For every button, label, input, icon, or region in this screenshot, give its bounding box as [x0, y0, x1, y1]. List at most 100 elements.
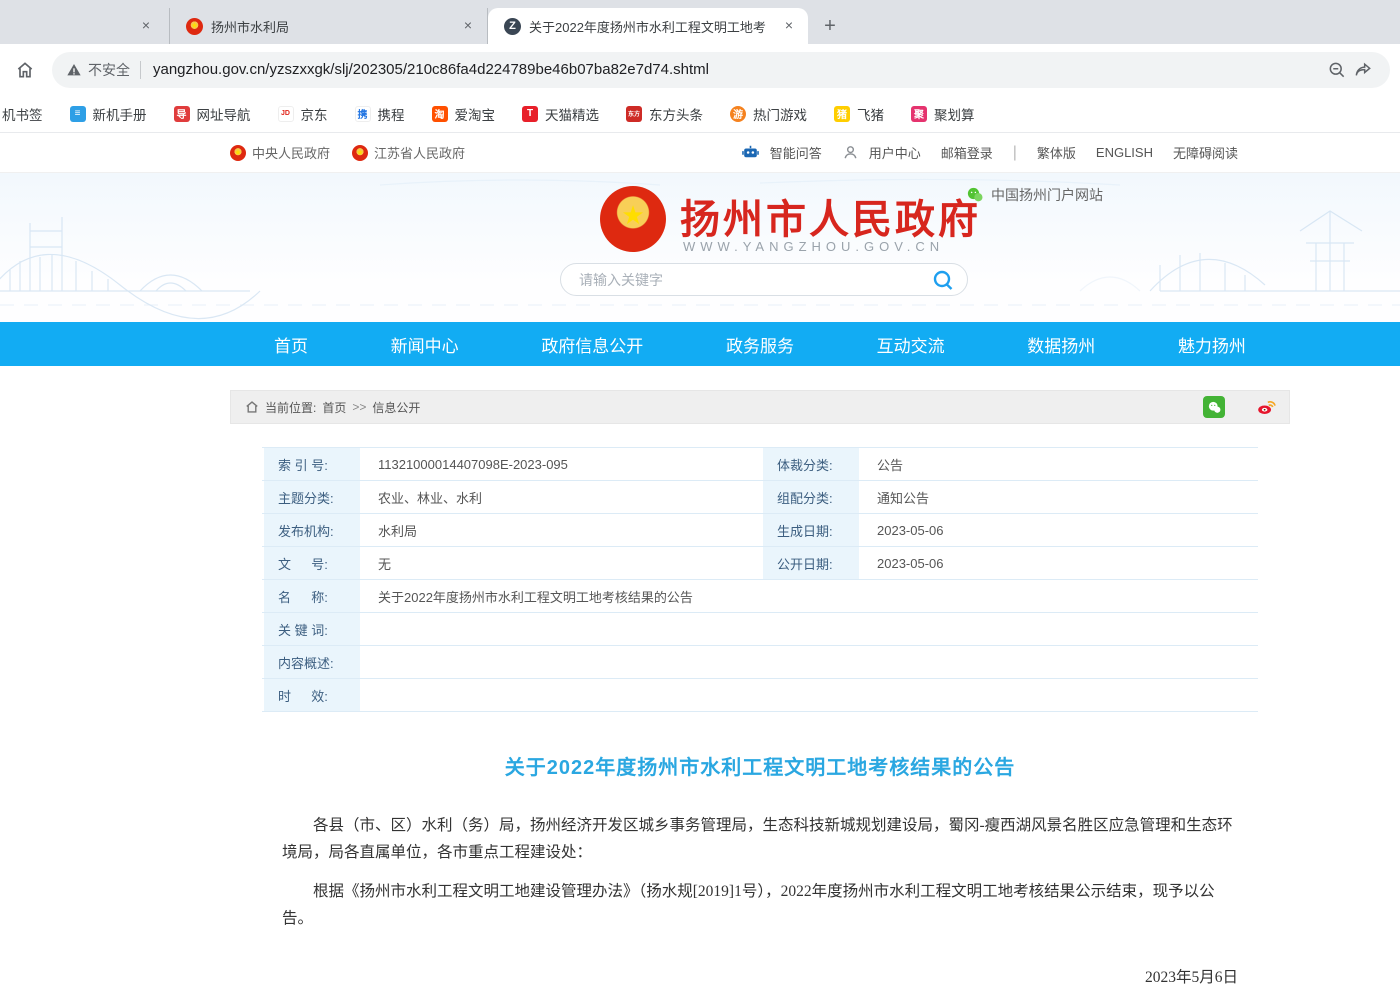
nav-item[interactable]: 互动交流	[877, 332, 945, 357]
topbar-link-label: ENGLISH	[1096, 145, 1153, 160]
bookmark-item[interactable]: 机书签	[2, 104, 43, 124]
tab-close-icon[interactable]: ×	[780, 17, 798, 35]
meta-row: 内容概述:	[262, 646, 1258, 679]
meta-label: 名 称:	[262, 580, 362, 612]
topbar-link-label: 繁体版	[1037, 143, 1076, 162]
topbar-link-ENGLISH[interactable]: ENGLISH	[1096, 145, 1153, 160]
article-body: 各县（市、区）水利（务）局，扬州经济开发区城乡事务管理局，生态科技新城规划建设局…	[282, 812, 1238, 933]
tab-close-icon[interactable]: ×	[459, 17, 477, 35]
share-weibo-icon[interactable]	[1255, 396, 1277, 418]
bookmark-item[interactable]: T天猫精选	[522, 104, 599, 124]
bookmark-item[interactable]: 东方东方头条	[626, 104, 703, 124]
dongfang-icon: 东方	[626, 106, 642, 122]
bookmark-item[interactable]: 聚聚划算	[911, 104, 975, 124]
topbar-link-label: 智能问答	[770, 143, 822, 162]
bookmark-item[interactable]: 游热门游戏	[730, 104, 807, 124]
site-search-box[interactable]	[560, 263, 968, 296]
share-wechat-icon[interactable]	[1203, 396, 1225, 418]
meta-label: 生成日期:	[761, 514, 861, 546]
meta-value: 2023-05-06	[861, 547, 1258, 579]
browser-tab-shuiliju[interactable]: ★ 扬州市水利局 ×	[170, 8, 488, 44]
divider	[140, 61, 141, 79]
government-emblem-logo: ★	[600, 186, 666, 252]
user-icon	[842, 144, 864, 161]
search-icon[interactable]	[931, 268, 955, 292]
bookmark-item[interactable]: ≡新机手册	[70, 104, 147, 124]
nav-item[interactable]: 新闻中心	[391, 332, 459, 357]
robot-icon	[741, 143, 765, 162]
bookmark-item[interactable]: JD京东	[278, 104, 328, 124]
browser-tab-strip: × ★ 扬州市水利局 × Z 关于2022年度扬州市水利工程文明工地考 × +	[0, 0, 1400, 44]
meta-label: 体裁分类:	[761, 448, 861, 480]
meta-value	[362, 679, 1258, 711]
star-glyph: ★	[356, 149, 363, 157]
meta-label: 文 号:	[262, 547, 362, 579]
breadcrumb: 当前位置: 首页 >> 信息公开	[230, 390, 1290, 424]
breadcrumb-label: 当前位置:	[265, 399, 316, 416]
meta-value	[362, 613, 1258, 645]
bookmark-item[interactable]: 携携程	[355, 104, 405, 124]
share-icon[interactable]	[1350, 57, 1376, 83]
topbar-divider: |	[1013, 144, 1017, 162]
topbar-link-无障碍阅读[interactable]: 无障碍阅读	[1173, 143, 1238, 162]
gov-site-label: 江苏省人民政府	[374, 143, 465, 162]
nav-item[interactable]: 政府信息公开	[541, 332, 643, 357]
topbar-link-邮箱登录[interactable]: 邮箱登录	[941, 143, 993, 162]
ctrip-icon: 携	[355, 106, 371, 122]
meta-value: 2023-05-06	[861, 514, 1258, 546]
meta-label: 发布机构:	[262, 514, 362, 546]
browser-tab-cutoff[interactable]: ×	[0, 8, 170, 44]
home-icon[interactable]	[12, 57, 38, 83]
site-url: WWW.YANGZHOU.GOV.CN	[683, 239, 944, 254]
nav-item[interactable]: 首页	[274, 332, 308, 357]
bookmark-label: 飞猪	[857, 104, 884, 124]
url-text[interactable]: yangzhou.gov.cn/yzszxxgk/slj/202305/210c…	[153, 61, 1324, 78]
gov-site-link[interactable]: ★ 江苏省人民政府	[352, 143, 465, 162]
meta-row: 索 引 号:11321000014407098E-2023-095体裁分类:公告	[262, 448, 1258, 481]
site-name: 扬州市人民政府	[680, 187, 981, 245]
meta-label: 公开日期:	[761, 547, 861, 579]
topbar-link-用户中心[interactable]: 用户中心	[842, 143, 921, 162]
portal-link[interactable]: 中国扬州门户网站	[966, 185, 1103, 205]
zoom-out-icon[interactable]	[1324, 57, 1350, 83]
meta-value: 公告	[861, 448, 1258, 480]
meta-row: 主题分类:农业、林业、水利组配分类:通知公告	[262, 481, 1258, 514]
bookmark-label: 机书签	[2, 104, 43, 124]
search-input[interactable]	[579, 272, 931, 288]
nav-item[interactable]: 政务服务	[726, 332, 794, 357]
bookmarks-bar: 机书签 ≡新机手册 导网址导航 JD京东 携携程 淘爱淘宝 T天猫精选 东方东方头条 游热门游戏…	[0, 95, 1400, 133]
manual-icon: ≡	[70, 106, 86, 122]
nav-item[interactable]: 魅力扬州	[1178, 332, 1246, 357]
meta-value	[362, 646, 1258, 678]
meta-row: 名 称:关于2022年度扬州市水利工程文明工地考核结果的公告	[262, 580, 1258, 613]
tab-title: 关于2022年度扬州市水利工程文明工地考	[529, 17, 772, 36]
national-emblem-icon: ★	[230, 145, 246, 161]
jd-icon: JD	[278, 106, 294, 122]
browser-tab-active[interactable]: Z 关于2022年度扬州市水利工程文明工地考 ×	[488, 8, 808, 44]
meta-label: 索 引 号:	[262, 448, 362, 480]
site-top-bar: ★中央人民政府★江苏省人民政府 智能问答用户中心邮箱登录|繁体版ENGLISH无…	[0, 133, 1400, 173]
url-pill[interactable]: 不安全 yangzhou.gov.cn/yzszxxgk/slj/202305/…	[52, 52, 1390, 88]
juhuasuan-icon: 聚	[911, 106, 927, 122]
bookmark-item[interactable]: 淘爱淘宝	[432, 104, 496, 124]
topbar-link-label: 用户中心	[869, 143, 921, 162]
meta-label: 主题分类:	[262, 481, 362, 513]
wechat-icon	[966, 186, 984, 204]
nav-item[interactable]: 数据扬州	[1027, 332, 1095, 357]
tab-close-icon[interactable]: ×	[137, 17, 155, 35]
meta-row: 发布机构:水利局生成日期:2023-05-06	[262, 514, 1258, 547]
meta-row: 文 号:无公开日期:2023-05-06	[262, 547, 1258, 580]
breadcrumb-home-link[interactable]: 首页	[322, 399, 346, 416]
gov-site-link[interactable]: ★中央人民政府	[230, 143, 330, 162]
bookmark-item[interactable]: 导网址导航	[174, 104, 251, 124]
star-glyph: ★	[234, 149, 241, 157]
meta-value: 11321000014407098E-2023-095	[362, 448, 761, 480]
site-header-banner: ★ 扬州市人民政府 WWW.YANGZHOU.GOV.CN 中国扬州门户网站	[0, 173, 1400, 322]
topbar-link-智能问答[interactable]: 智能问答	[741, 143, 822, 162]
bookmark-label: 聚划算	[934, 104, 975, 124]
new-tab-button[interactable]: +	[816, 12, 844, 40]
bookmark-item[interactable]: 猪飞猪	[834, 104, 884, 124]
topbar-link-繁体版[interactable]: 繁体版	[1037, 143, 1076, 162]
article-paragraph: 根据《扬州市水利工程文明工地建设管理办法》（扬水规[2019]1号），2022年…	[282, 878, 1238, 932]
meta-label: 关 键 词:	[262, 613, 362, 645]
